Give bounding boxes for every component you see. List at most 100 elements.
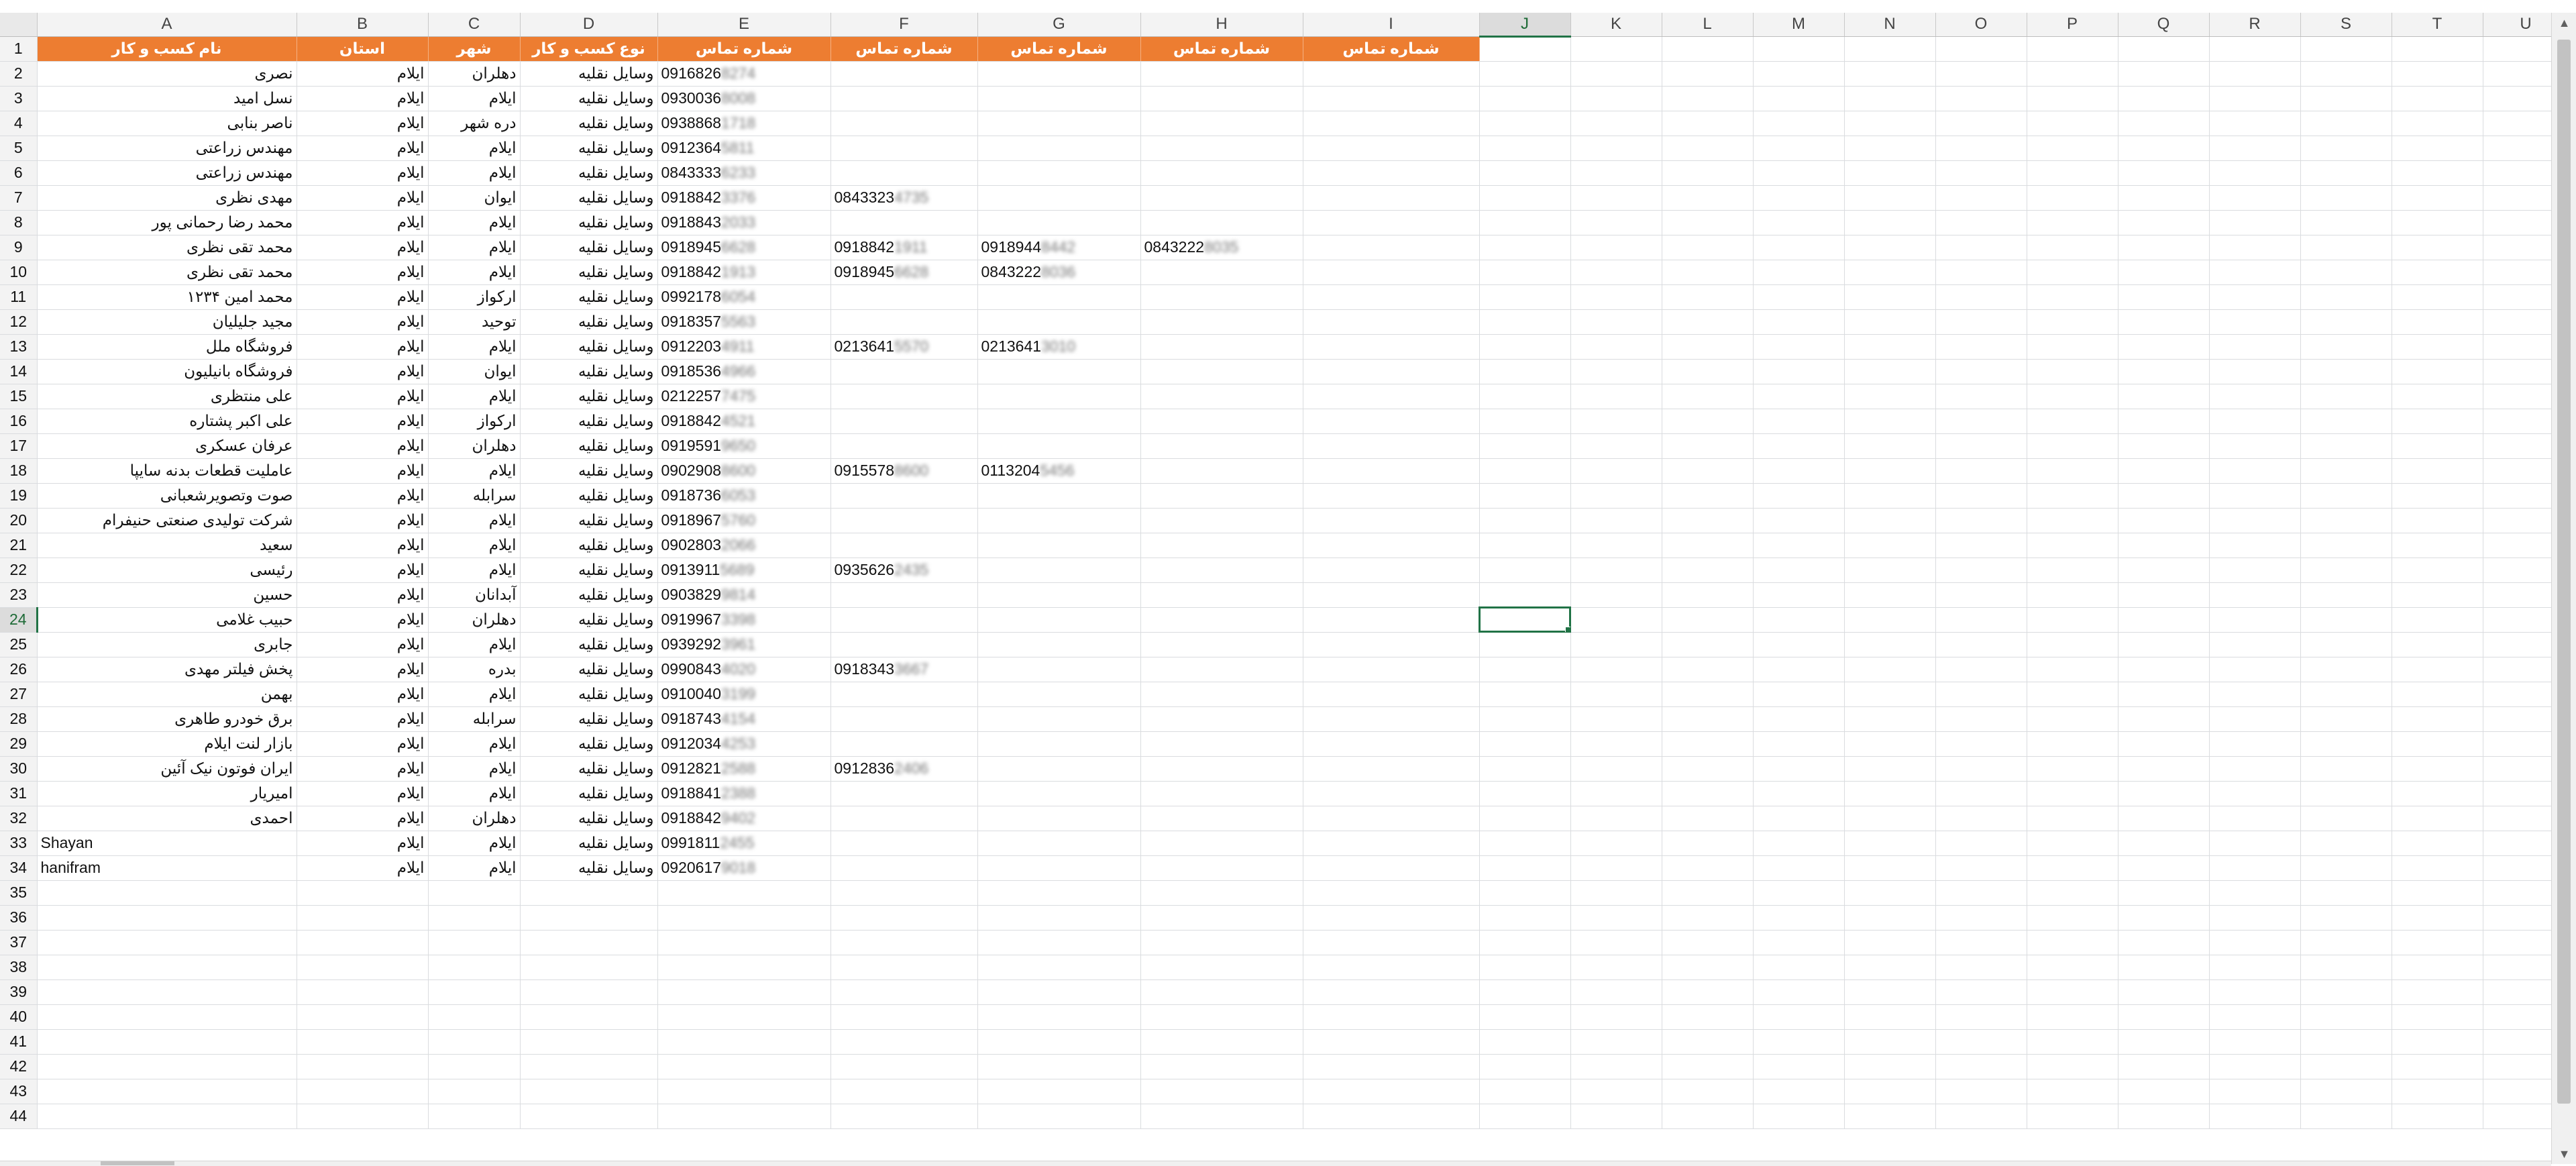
cell-q7[interactable] [2118,185,2210,211]
cell-b19[interactable]: ایلام [297,483,429,509]
cell-n13[interactable] [1844,334,1936,360]
cell-m10[interactable] [1753,260,1845,285]
cell-i33[interactable] [1303,831,1480,856]
cell-j39[interactable] [1479,979,1571,1005]
cell-h1[interactable]: شماره تماس [1140,36,1303,62]
cell-d29[interactable]: وسایل نقلیه [520,731,658,757]
cell-a18[interactable]: عاملیت قطعات بدنه سایپا [37,458,297,484]
cell-b1[interactable]: استان [297,36,429,62]
cell-m29[interactable] [1753,731,1845,757]
column-header-m[interactable]: M [1753,13,1845,37]
cell-u30[interactable] [2483,756,2551,782]
cell-o34[interactable] [1935,855,2027,881]
cell-o1[interactable] [1935,36,2027,62]
cell-r28[interactable] [2209,706,2301,732]
cell-t27[interactable] [2392,682,2483,707]
cell-k32[interactable] [1570,806,1662,831]
cell-m27[interactable] [1753,682,1845,707]
cell-t2[interactable] [2392,61,2483,87]
cell-q1[interactable] [2118,36,2210,62]
cell-e20[interactable]: 09189675760 [657,508,831,533]
cell-q27[interactable] [2118,682,2210,707]
cell-n21[interactable] [1844,533,1936,558]
cell-h5[interactable] [1140,136,1303,161]
cell-o7[interactable] [1935,185,2027,211]
cell-l36[interactable] [1662,905,1754,931]
cell-d43[interactable] [520,1079,658,1104]
cell-e29[interactable]: 09120344253 [657,731,831,757]
select-all-corner[interactable] [0,13,38,37]
cell-n14[interactable] [1844,359,1936,384]
cell-i31[interactable] [1303,781,1480,806]
cell-g26[interactable] [977,657,1141,682]
cell-s9[interactable] [2300,235,2392,260]
cell-h11[interactable] [1140,284,1303,310]
cell-i13[interactable] [1303,334,1480,360]
cell-b43[interactable] [297,1079,429,1104]
cell-c36[interactable] [428,905,521,931]
cell-j44[interactable] [1479,1104,1571,1129]
cell-a28[interactable]: برق خودرو طاهری [37,706,297,732]
cell-f27[interactable] [830,682,978,707]
cell-f25[interactable] [830,632,978,657]
cell-n12[interactable] [1844,309,1936,335]
row-header-29[interactable]: 29 [0,731,38,757]
cell-t4[interactable] [2392,111,2483,136]
cell-m23[interactable] [1753,582,1845,608]
cell-l6[interactable] [1662,160,1754,186]
cell-p13[interactable] [2027,334,2118,360]
cell-e27[interactable]: 09100403199 [657,682,831,707]
cell-c28[interactable]: سرابله [428,706,521,732]
cell-j43[interactable] [1479,1079,1571,1104]
cell-a38[interactable] [37,955,297,980]
cell-t21[interactable] [2392,533,2483,558]
cell-l8[interactable] [1662,210,1754,235]
cell-k43[interactable] [1570,1079,1662,1104]
cell-a13[interactable]: فروشگاه ملل [37,334,297,360]
column-header-a[interactable]: A [37,13,297,37]
cell-g18[interactable]: 01132045456 [977,458,1141,484]
cell-p23[interactable] [2027,582,2118,608]
cell-p5[interactable] [2027,136,2118,161]
cell-b15[interactable]: ایلام [297,384,429,409]
cell-g22[interactable] [977,558,1141,583]
cell-e7[interactable]: 09188423376 [657,185,831,211]
cell-c24[interactable]: دهلران [428,607,521,633]
column-header-t[interactable]: T [2392,13,2483,37]
cell-s5[interactable] [2300,136,2392,161]
cell-g41[interactable] [977,1029,1141,1055]
row-header-23[interactable]: 23 [0,582,38,608]
cell-p29[interactable] [2027,731,2118,757]
cell-t40[interactable] [2392,1004,2483,1030]
cell-m35[interactable] [1753,880,1845,906]
cell-u39[interactable] [2483,979,2551,1005]
row-header-13[interactable]: 13 [0,334,38,360]
cell-c17[interactable]: دهلران [428,433,521,459]
cell-p25[interactable] [2027,632,2118,657]
cell-d25[interactable]: وسایل نقلیه [520,632,658,657]
cell-t3[interactable] [2392,86,2483,111]
cell-p21[interactable] [2027,533,2118,558]
cell-s2[interactable] [2300,61,2392,87]
cell-k31[interactable] [1570,781,1662,806]
cell-l5[interactable] [1662,136,1754,161]
cell-t41[interactable] [2392,1029,2483,1055]
cell-i43[interactable] [1303,1079,1480,1104]
cell-h30[interactable] [1140,756,1303,782]
cell-h32[interactable] [1140,806,1303,831]
cell-i32[interactable] [1303,806,1480,831]
cell-p35[interactable] [2027,880,2118,906]
cell-d5[interactable]: وسایل نقلیه [520,136,658,161]
cell-b26[interactable]: ایلام [297,657,429,682]
cell-i1[interactable]: شماره تماس [1303,36,1480,62]
cell-o10[interactable] [1935,260,2027,285]
column-header-d[interactable]: D [520,13,658,37]
cell-r4[interactable] [2209,111,2301,136]
cell-l2[interactable] [1662,61,1754,87]
cell-q30[interactable] [2118,756,2210,782]
cell-c9[interactable]: ایلام [428,235,521,260]
cell-i8[interactable] [1303,210,1480,235]
cell-d12[interactable]: وسایل نقلیه [520,309,658,335]
cell-j19[interactable] [1479,483,1571,509]
row-header-9[interactable]: 9 [0,235,38,260]
